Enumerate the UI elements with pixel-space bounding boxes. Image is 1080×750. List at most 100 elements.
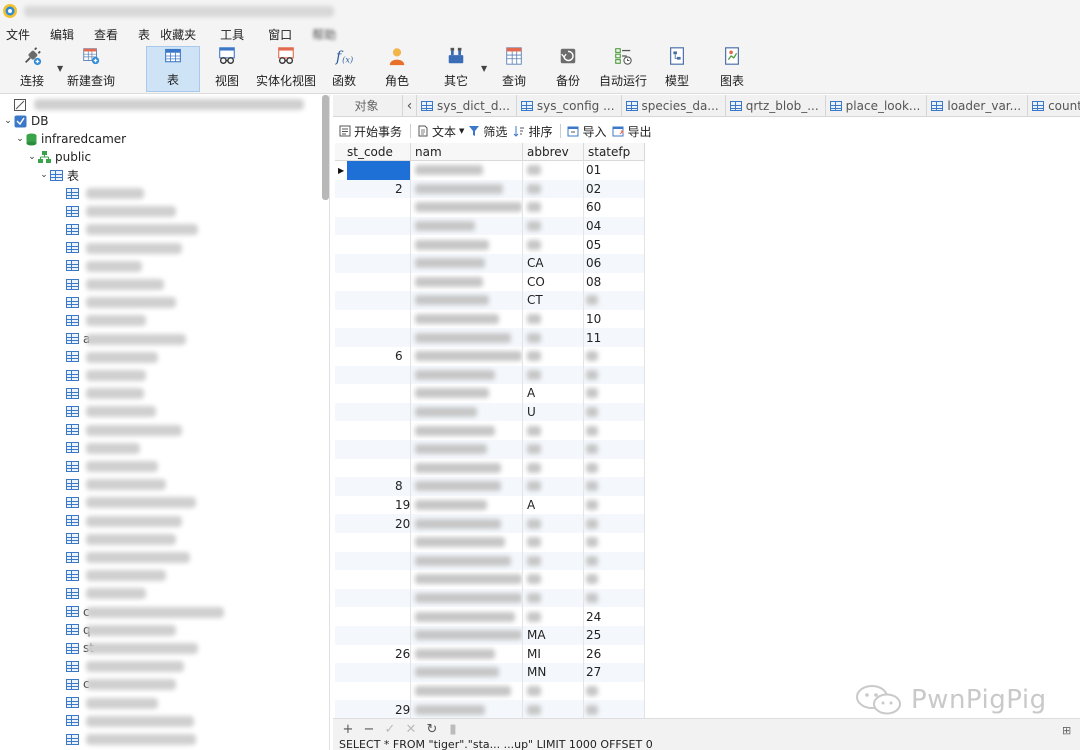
table-list-item[interactable] [66, 257, 142, 275]
cell-statefp[interactable]: 11 [584, 328, 645, 347]
table-list-item[interactable] [66, 712, 194, 730]
cell-st-code[interactable] [335, 309, 411, 329]
cell-name-redacted[interactable] [411, 700, 523, 718]
cell-statefp[interactable]: 27 [584, 663, 645, 682]
discard-changes-icon[interactable]: ✕ [405, 722, 417, 737]
filter-button[interactable]: 筛选 [468, 123, 507, 140]
table-row[interactable]: 29 [335, 700, 645, 718]
table-row[interactable]: 26 MI 26 [335, 644, 645, 664]
table-list-item[interactable] [66, 657, 184, 675]
cell-name-redacted[interactable] [411, 626, 523, 645]
cell-name-redacted[interactable] [411, 681, 523, 701]
cell-st-code[interactable]: 26 [335, 644, 411, 664]
cell-st-code[interactable] [335, 291, 411, 310]
cell-name-redacted[interactable] [411, 551, 523, 571]
cell-abbrev[interactable]: CT [523, 291, 584, 310]
cell-statefp[interactable] [584, 477, 645, 496]
delete-record-icon[interactable]: − [363, 722, 375, 737]
cell-abbrev[interactable] [523, 570, 584, 589]
collapse-arrow-icon[interactable]: ⌄ [14, 134, 26, 144]
auto-run-button[interactable]: 自动运行 [596, 46, 650, 92]
collapse-arrow-icon[interactable]: ⌄ [38, 170, 50, 180]
navigator-scrollbar[interactable] [322, 95, 329, 200]
cell-st-code[interactable] [335, 588, 411, 608]
cell-abbrev[interactable] [523, 477, 584, 496]
table-list-item[interactable] [66, 730, 196, 748]
tab-sys-config[interactable]: sys_config ... [517, 95, 622, 116]
refresh-icon[interactable]: ↻ [426, 722, 438, 737]
table-list-item[interactable] [66, 493, 196, 511]
cell-st-code[interactable]: 19 [335, 495, 411, 515]
menu-table[interactable]: 表 [132, 26, 150, 43]
tab-species-data[interactable]: species_da... [622, 95, 726, 116]
tab-scroll-left-icon[interactable]: ‹ [403, 95, 417, 116]
export-button[interactable]: 导出 [612, 123, 651, 140]
cell-st-code[interactable] [335, 533, 411, 552]
cell-abbrev[interactable] [523, 533, 584, 552]
menu-tools[interactable]: 工具 [214, 26, 244, 43]
cell-statefp[interactable] [584, 514, 645, 533]
cell-statefp[interactable]: 10 [584, 309, 645, 329]
tab-county-lookup[interactable]: county_lo... [1028, 95, 1080, 116]
cell-statefp[interactable] [584, 440, 645, 459]
cell-statefp[interactable] [584, 551, 645, 571]
cell-statefp[interactable] [584, 588, 645, 608]
role-button[interactable]: 角色 [378, 46, 416, 92]
model-button[interactable]: 模型 [658, 46, 696, 92]
backup-button[interactable]: 备份 [549, 46, 587, 92]
table-row[interactable]: 8 [335, 477, 645, 496]
cell-statefp[interactable]: 26 [584, 644, 645, 664]
new-query-button[interactable]: 新建查询 [64, 46, 118, 92]
table-row[interactable]: CA 06 [335, 254, 645, 273]
add-record-icon[interactable]: + [342, 722, 354, 737]
cell-statefp[interactable] [584, 533, 645, 552]
cell-st-code[interactable] [335, 663, 411, 682]
cell-name-redacted[interactable] [411, 514, 523, 533]
cell-st-code[interactable] [335, 198, 411, 217]
cell-abbrev[interactable]: CO [523, 272, 584, 292]
cell-st-code[interactable] [335, 626, 411, 645]
collapse-arrow-icon[interactable]: ⌄ [2, 116, 14, 126]
table-row[interactable]: 10 [335, 309, 645, 329]
table-row[interactable]: 04 [335, 216, 645, 236]
cell-abbrev[interactable] [523, 514, 584, 533]
menu-window[interactable]: 窗口 [262, 26, 292, 43]
form-view-icon[interactable]: ⊞ [1062, 724, 1071, 737]
collapse-arrow-icon[interactable]: ⌄ [26, 152, 38, 162]
cell-st-code[interactable] [335, 570, 411, 589]
cell-abbrev[interactable]: MN [523, 663, 584, 682]
text-button[interactable]: 文本 ▼ [417, 123, 464, 140]
cell-statefp[interactable]: 08 [584, 272, 645, 292]
table-row[interactable] [335, 588, 645, 608]
table-row[interactable]: 6 [335, 347, 645, 366]
table-row[interactable] [335, 570, 645, 589]
cell-name-redacted[interactable] [411, 533, 523, 552]
cell-abbrev[interactable] [523, 235, 584, 254]
cell-name-redacted[interactable] [411, 365, 523, 385]
table-list-item[interactable]: c [66, 675, 176, 693]
cell-name-redacted[interactable] [411, 607, 523, 626]
chart-button[interactable]: 图表 [713, 46, 751, 92]
cell-st-code[interactable] [335, 272, 411, 292]
cell-name-redacted[interactable] [411, 328, 523, 347]
cell-st-code[interactable] [335, 216, 411, 236]
table-button[interactable]: 表 [146, 46, 200, 92]
cell-statefp[interactable] [584, 384, 645, 403]
cell-name-redacted[interactable] [411, 309, 523, 329]
cell-abbrev[interactable] [523, 328, 584, 347]
cell-st-code[interactable] [335, 365, 411, 385]
cell-name-redacted[interactable] [411, 161, 523, 180]
cell-name-redacted[interactable] [411, 663, 523, 682]
table-list-item[interactable] [66, 694, 158, 712]
cell-name-redacted[interactable] [411, 291, 523, 310]
cell-st-code[interactable] [335, 254, 411, 273]
table-list-item[interactable] [66, 548, 190, 566]
tab-sys-dict[interactable]: sys_dict_d... [417, 95, 517, 116]
cell-statefp[interactable]: 25 [584, 626, 645, 645]
cell-statefp[interactable]: 02 [584, 179, 645, 199]
cell-statefp[interactable]: 01 [584, 161, 645, 180]
cell-st-code[interactable]: 29 [335, 700, 411, 718]
cell-abbrev[interactable] [523, 309, 584, 329]
cell-statefp[interactable] [584, 681, 645, 701]
table-list-item[interactable] [66, 384, 144, 402]
